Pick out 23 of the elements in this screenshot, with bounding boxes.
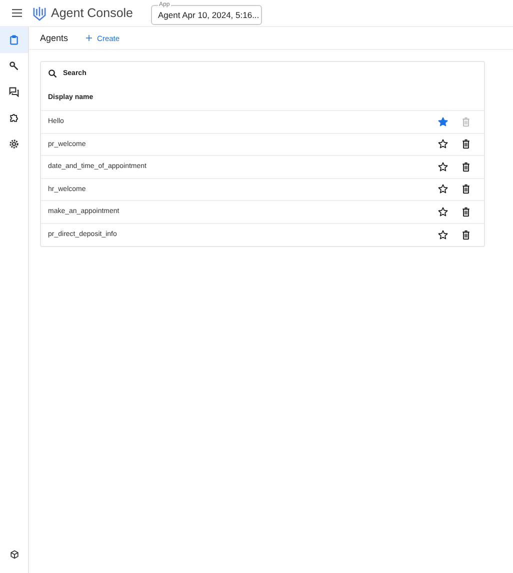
trash-icon[interactable]	[461, 230, 471, 240]
puzzle-icon	[9, 113, 19, 123]
trash-icon[interactable]	[461, 206, 471, 217]
plus-icon	[86, 35, 92, 41]
chat-icon	[9, 87, 19, 97]
menu-icon[interactable]	[12, 9, 22, 17]
trash-icon[interactable]	[461, 139, 471, 150]
star-icon[interactable]	[438, 139, 448, 150]
page-title: Agents	[40, 33, 68, 43]
cube-icon[interactable]	[10, 550, 18, 559]
app-title: Agent Console	[51, 6, 134, 20]
filled-star-icon[interactable]	[438, 116, 448, 127]
star-icon[interactable]	[438, 162, 448, 172]
logo-icon	[33, 6, 46, 20]
search-icon	[48, 68, 57, 78]
star-icon[interactable]	[438, 230, 448, 240]
star-icon[interactable]	[438, 184, 448, 194]
star-icon[interactable]	[438, 206, 448, 217]
trash-icon[interactable]	[461, 184, 471, 194]
clipboard-icon	[9, 35, 19, 45]
trash-icon[interactable]	[461, 162, 471, 172]
clipboard-nav-item[interactable]	[0, 27, 28, 53]
gear-icon	[9, 139, 19, 149]
